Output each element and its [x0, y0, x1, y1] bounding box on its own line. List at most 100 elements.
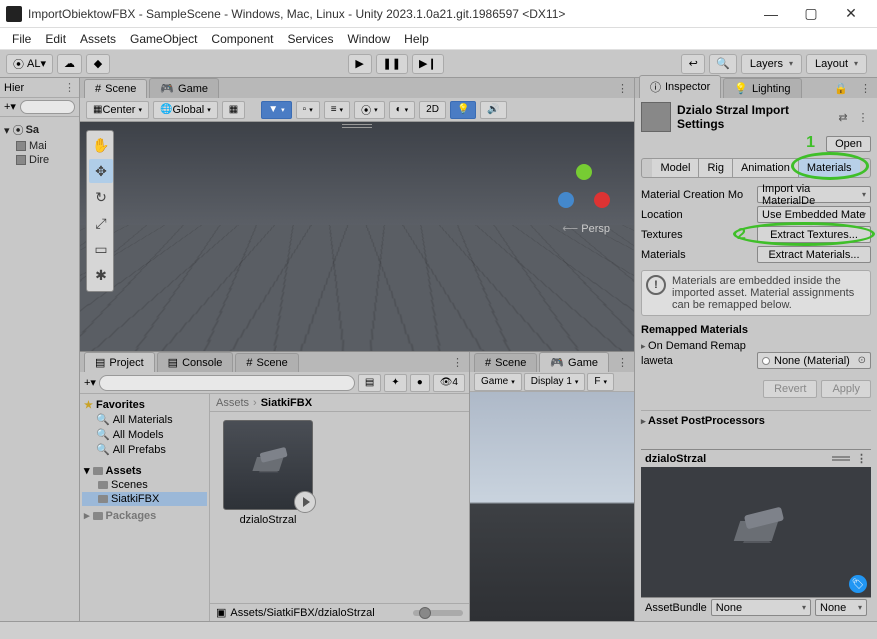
fx-dropdown[interactable]: ◐ [389, 101, 416, 119]
material-mode-dropdown[interactable]: Import via MaterialDe [757, 186, 871, 203]
orientation-gizmo[interactable] [554, 162, 614, 222]
preview-menu-icon[interactable]: ⋮ [856, 452, 867, 465]
play-overlay-icon[interactable] [294, 491, 316, 513]
label-filter-icon[interactable]: ● [410, 374, 430, 392]
favorites-header[interactable]: Favorites [82, 398, 207, 412]
open-button[interactable]: Open [826, 136, 871, 152]
hand-tool[interactable]: ✋ [89, 133, 113, 157]
game-mode-dropdown[interactable]: Game [474, 373, 522, 391]
scene-view[interactable]: ✋ ✥ ↻ ⤢ ▭ ✱ ⟵ Persp [80, 122, 634, 351]
preview-drag-icon[interactable] [832, 456, 850, 461]
panel-menu-icon[interactable]: ⋮ [611, 79, 634, 98]
scale-tool[interactable]: ⤢ [89, 211, 113, 235]
account-button[interactable]: ⦿ AL ▾ [6, 54, 53, 74]
search-button[interactable]: 🔍 [709, 54, 737, 74]
panel-menu-icon[interactable]: ⋮ [611, 353, 634, 372]
space-mode[interactable]: 🌐Global [153, 101, 218, 119]
maximize-button[interactable]: ▢ [791, 2, 831, 26]
play-button[interactable]: ▶ [348, 54, 372, 74]
misc-dropdown-2[interactable]: ⦿ [354, 101, 385, 119]
move-tool[interactable]: ✥ [89, 159, 113, 183]
menu-services[interactable]: Services [281, 30, 339, 48]
breadcrumb-root[interactable]: Assets [216, 397, 249, 409]
tab-lighting[interactable]: 💡 Lighting [723, 78, 801, 98]
tab-game[interactable]: 🎮 Game [149, 78, 219, 98]
revert-button[interactable]: Revert [763, 380, 817, 398]
version-control-button[interactable]: ◆ [86, 54, 110, 74]
import-tab-rig[interactable]: Rig [699, 159, 733, 177]
presets-icon[interactable]: ⇄ [835, 109, 851, 125]
assetbundle-variant-dropdown[interactable]: None [815, 599, 867, 616]
hierarchy-item[interactable]: Mai [2, 139, 77, 153]
cloud-button[interactable]: ☁ [57, 54, 82, 74]
shading-mode[interactable]: ▫ [296, 101, 320, 119]
folder-item[interactable]: Scenes [82, 478, 207, 492]
asset-postprocessors-fold[interactable]: Asset PostProcessors [641, 410, 871, 427]
tab-inspector[interactable]: ⓘ Inspector [639, 75, 721, 98]
assetbundle-dropdown[interactable]: None [711, 599, 811, 616]
lock-icon[interactable]: 🔒 [828, 79, 854, 98]
menu-assets[interactable]: Assets [74, 30, 122, 48]
preview-header[interactable]: dzialoStrzal ⋮ [641, 449, 871, 467]
draw-mode[interactable]: ▼ [261, 101, 291, 119]
tab-scene-bottom[interactable]: # Scene [235, 353, 298, 372]
lighting-toggle-icon[interactable]: 💡 [450, 101, 476, 119]
favorite-item[interactable]: 🔍 All Prefabs [82, 442, 207, 457]
tab-game-game[interactable]: 🎮 Game [539, 352, 609, 372]
import-tab-animation[interactable]: Animation [733, 159, 799, 177]
rect-tool[interactable]: ▭ [89, 237, 113, 261]
grid-snap-icon[interactable]: ▦ [222, 101, 245, 119]
tab-scene-game[interactable]: # Scene [474, 353, 537, 372]
layers-dropdown[interactable]: Layers [741, 54, 802, 74]
apply-button[interactable]: Apply [821, 380, 871, 398]
game-view[interactable] [470, 392, 634, 621]
hierarchy-add-button[interactable]: +▾ [4, 100, 16, 114]
project-add-button[interactable]: +▾ [84, 376, 96, 389]
2d-toggle[interactable]: 2D [419, 101, 446, 119]
pause-button[interactable]: ❚❚ [376, 54, 408, 74]
pivot-mode[interactable]: ▦Center [86, 101, 149, 119]
extract-textures-button[interactable]: Extract Textures... [757, 226, 871, 243]
filter-icon[interactable]: ▤ [358, 374, 381, 392]
hidden-icon[interactable]: 👁4 [433, 374, 465, 392]
z-axis-icon[interactable] [558, 192, 574, 208]
undo-history-button[interactable]: ↩ [681, 54, 705, 74]
menu-file[interactable]: File [6, 30, 37, 48]
projection-label[interactable]: ⟵ Persp [562, 222, 610, 235]
menu-help[interactable]: Help [398, 30, 435, 48]
hierarchy-scene-root[interactable]: ▾ ⦿ Sa [2, 121, 77, 139]
asset-thumbnail[interactable]: dzialoStrzal [218, 420, 318, 526]
rotate-tool[interactable]: ↻ [89, 185, 113, 209]
hierarchy-tab[interactable]: Hier [4, 82, 24, 94]
asset-preview[interactable]: 🏷 [641, 467, 871, 597]
assets-header[interactable]: ▾ Assets [82, 463, 207, 478]
x-axis-icon[interactable] [594, 192, 610, 208]
misc-dropdown-1[interactable]: ≡ [324, 101, 350, 119]
import-tab-model[interactable]: Model [652, 159, 699, 177]
tab-console[interactable]: ▤ Console [157, 352, 234, 372]
menu-edit[interactable]: Edit [39, 30, 72, 48]
menu-window[interactable]: Window [341, 30, 396, 48]
favorite-item[interactable]: 🔍 All Models [82, 427, 207, 442]
close-button[interactable]: ✕ [831, 2, 871, 26]
folder-item-selected[interactable]: SiatkiFBX [82, 492, 207, 506]
asset-label-icon[interactable]: 🏷 [849, 575, 867, 593]
menu-gameobject[interactable]: GameObject [124, 30, 203, 48]
on-demand-remap-fold[interactable]: On Demand Remap [641, 340, 871, 352]
packages-header[interactable]: ▸ Packages [82, 508, 207, 523]
thumbnail-size-slider[interactable] [413, 610, 463, 616]
panel-menu-icon[interactable]: ⋮ [854, 79, 877, 98]
minimize-button[interactable]: — [751, 2, 791, 26]
menu-dots-icon[interactable]: ⋮ [855, 109, 871, 125]
favorite-item[interactable]: 🔍 All Materials [82, 412, 207, 427]
location-dropdown[interactable]: Use Embedded Mate [757, 206, 871, 223]
y-axis-icon[interactable] [576, 164, 592, 180]
project-search[interactable] [99, 375, 355, 391]
menu-component[interactable]: Component [205, 30, 279, 48]
favorite-filter-icon[interactable]: ✦ [384, 374, 406, 392]
audio-toggle-icon[interactable]: 🔊 [480, 101, 506, 119]
display-dropdown[interactable]: Display 1 [524, 373, 586, 391]
tab-project[interactable]: ▤ Project [84, 352, 155, 372]
drag-handle-icon[interactable] [342, 124, 372, 128]
layout-dropdown[interactable]: Layout [806, 54, 867, 74]
